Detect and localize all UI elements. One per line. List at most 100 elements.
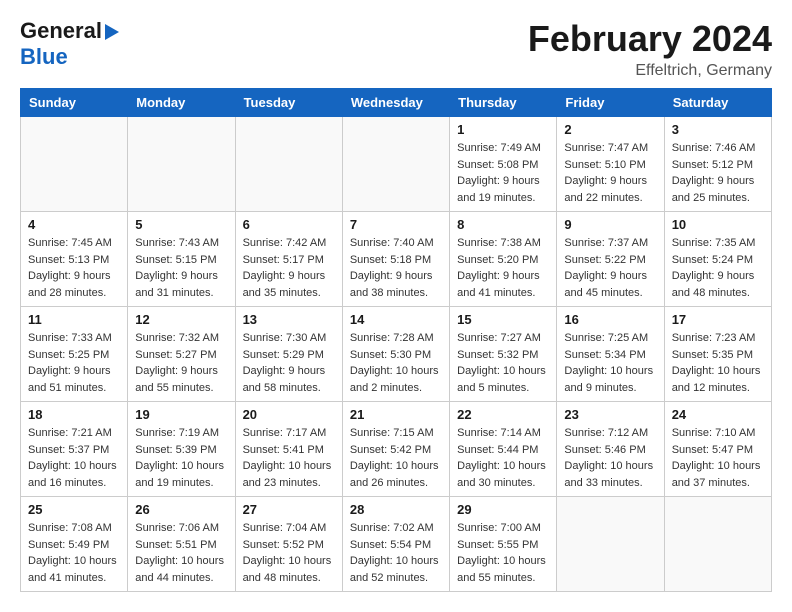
calendar-cell: 26 Sunrise: 7:06 AMSunset: 5:51 PMDayligh…	[128, 497, 235, 592]
day-info-line: Daylight: 9 hours	[243, 270, 326, 282]
calendar-cell	[128, 117, 235, 212]
day-number: 23	[564, 407, 656, 422]
day-info-line: Sunset: 5:20 PM	[457, 254, 538, 266]
day-number: 24	[672, 407, 764, 422]
day-info-line: Sunrise: 7:37 AM	[564, 237, 648, 249]
day-info-line: Sunrise: 7:23 AM	[672, 332, 756, 344]
day-info-line: Sunrise: 7:00 AM	[457, 522, 541, 534]
day-info-line: Sunset: 5:22 PM	[564, 254, 645, 266]
weekday-header-tuesday: Tuesday	[235, 89, 342, 117]
day-info-line: and 2 minutes.	[350, 382, 422, 394]
day-info-line: and 9 minutes.	[564, 382, 636, 394]
day-info-line: Sunrise: 7:43 AM	[135, 237, 219, 249]
day-info-line: Sunrise: 7:28 AM	[350, 332, 434, 344]
calendar-week-row: 18Sunrise: 7:21 AMSunset: 5:37 PMDayligh…	[21, 402, 772, 497]
day-number: 3	[672, 122, 764, 137]
calendar-cell: 22Sunrise: 7:14 AMSunset: 5:44 PMDayligh…	[450, 402, 557, 497]
day-info-line: Sunset: 5:30 PM	[350, 349, 431, 361]
day-info-line: Daylight: 9 hours	[564, 175, 647, 187]
day-number: 8	[457, 217, 549, 232]
day-info: Sunrise: 7:49 AMSunset: 5:08 PMDaylight:…	[457, 140, 549, 206]
day-info-line: and 28 minutes.	[28, 287, 106, 299]
day-info-line: Sunset: 5:29 PM	[243, 349, 324, 361]
day-info: Sunrise: 7:12 AMSunset: 5:46 PMDaylight:…	[564, 425, 656, 491]
day-info: Sunrise: 7:33 AMSunset: 5:25 PMDaylight:…	[28, 330, 120, 396]
day-info-line: Daylight: 10 hours	[350, 555, 439, 567]
day-info-line: Daylight: 10 hours	[350, 365, 439, 377]
day-info: Sunrise: 7:42 AMSunset: 5:17 PMDaylight:…	[243, 235, 335, 301]
day-info-line: and 35 minutes.	[243, 287, 321, 299]
day-info-line: Sunrise: 7:25 AM	[564, 332, 648, 344]
day-info: Sunrise: 7:46 AMSunset: 5:12 PMDaylight:…	[672, 140, 764, 206]
day-info: Sunrise: 7:21 AMSunset: 5:37 PMDaylight:…	[28, 425, 120, 491]
day-info-line: Daylight: 10 hours	[564, 460, 653, 472]
day-info: Sunrise: 7:02 AMSunset: 5:54 PMDaylight:…	[350, 520, 442, 586]
day-info-line: Sunset: 5:25 PM	[28, 349, 109, 361]
calendar-cell: 2Sunrise: 7:47 AMSunset: 5:10 PMDaylight…	[557, 117, 664, 212]
page-header: General Blue February 2024 Effeltrich, G…	[0, 0, 792, 88]
day-info: Sunrise: 7:23 AMSunset: 5:35 PMDaylight:…	[672, 330, 764, 396]
day-info-line: and 55 minutes.	[135, 382, 213, 394]
weekday-header-saturday: Saturday	[664, 89, 771, 117]
day-number: 28	[350, 502, 442, 517]
day-info-line: Sunrise: 7:35 AM	[672, 237, 756, 249]
day-info-line: Sunrise: 7:04 AM	[243, 522, 327, 534]
sub-title: Effeltrich, Germany	[528, 62, 772, 80]
day-info-line: Daylight: 10 hours	[457, 365, 546, 377]
calendar-wrap: SundayMondayTuesdayWednesdayThursdayFrid…	[0, 88, 792, 602]
day-info-line: Daylight: 9 hours	[672, 270, 755, 282]
day-info-line: Daylight: 9 hours	[135, 270, 218, 282]
day-info-line: and 30 minutes.	[457, 477, 535, 489]
calendar-week-row: 11 Sunrise: 7:33 AMSunset: 5:25 PMDayligh…	[21, 307, 772, 402]
day-info: Sunrise: 7:14 AMSunset: 5:44 PMDaylight:…	[457, 425, 549, 491]
day-number: 4	[28, 217, 120, 232]
day-info-line: and 52 minutes.	[350, 572, 428, 584]
day-info: Sunrise: 7:30 AMSunset: 5:29 PMDaylight:…	[243, 330, 335, 396]
day-info-line: Daylight: 9 hours	[243, 365, 326, 377]
calendar-cell: 12Sunrise: 7:32 AMSunset: 5:27 PMDayligh…	[128, 307, 235, 402]
calendar-cell: 23 Sunrise: 7:12 AMSunset: 5:46 PMDayligh…	[557, 402, 664, 497]
day-info-line: Sunrise: 7:42 AM	[243, 237, 327, 249]
day-number: 27	[243, 502, 335, 517]
day-info-line: Sunrise: 7:12 AM	[564, 427, 648, 439]
calendar-cell: 20Sunrise: 7:17 AMSunset: 5:41 PMDayligh…	[235, 402, 342, 497]
day-info-line: Sunset: 5:54 PM	[350, 539, 431, 551]
day-info-line: Sunset: 5:12 PM	[672, 159, 753, 171]
day-info-line: Daylight: 10 hours	[672, 460, 761, 472]
day-number: 26	[135, 502, 227, 517]
day-info-line: Sunset: 5:49 PM	[28, 539, 109, 551]
calendar-cell: 13Sunrise: 7:30 AMSunset: 5:29 PMDayligh…	[235, 307, 342, 402]
day-info-line: and 25 minutes.	[672, 192, 750, 204]
day-info-line: and 33 minutes.	[564, 477, 642, 489]
day-number: 15	[457, 312, 549, 327]
day-info-line: Sunset: 5:55 PM	[457, 539, 538, 551]
calendar-cell	[557, 497, 664, 592]
logo-blue-text: Blue	[20, 44, 68, 69]
day-number: 10	[672, 217, 764, 232]
day-number: 11	[28, 312, 120, 327]
day-info-line: and 26 minutes.	[350, 477, 428, 489]
day-info: Sunrise: 7:40 AMSunset: 5:18 PMDaylight:…	[350, 235, 442, 301]
day-info: Sunrise: 7:00 AMSunset: 5:55 PMDaylight:…	[457, 520, 549, 586]
day-info-line: Daylight: 10 hours	[135, 555, 224, 567]
weekday-header-sunday: Sunday	[21, 89, 128, 117]
day-info: Sunrise: 7:06 AMSunset: 5:51 PMDaylight:…	[135, 520, 227, 586]
day-info-line: and 48 minutes.	[243, 572, 321, 584]
logo-text: General	[20, 18, 119, 44]
day-info-line: Sunrise: 7:19 AM	[135, 427, 219, 439]
main-title: February 2024	[528, 18, 772, 60]
calendar-week-row: 1Sunrise: 7:49 AMSunset: 5:08 PMDaylight…	[21, 117, 772, 212]
day-info-line: Sunrise: 7:15 AM	[350, 427, 434, 439]
calendar-cell: 28 Sunrise: 7:02 AMSunset: 5:54 PMDayligh…	[342, 497, 449, 592]
day-info-line: Sunset: 5:32 PM	[457, 349, 538, 361]
day-info-line: Daylight: 10 hours	[672, 365, 761, 377]
calendar-cell	[342, 117, 449, 212]
day-number: 19	[135, 407, 227, 422]
weekday-header-wednesday: Wednesday	[342, 89, 449, 117]
day-info-line: Sunset: 5:15 PM	[135, 254, 216, 266]
day-info-line: Daylight: 10 hours	[457, 460, 546, 472]
day-number: 29	[457, 502, 549, 517]
logo: General Blue	[20, 18, 119, 70]
day-info-line: Sunrise: 7:14 AM	[457, 427, 541, 439]
day-info-line: and 31 minutes.	[135, 287, 213, 299]
